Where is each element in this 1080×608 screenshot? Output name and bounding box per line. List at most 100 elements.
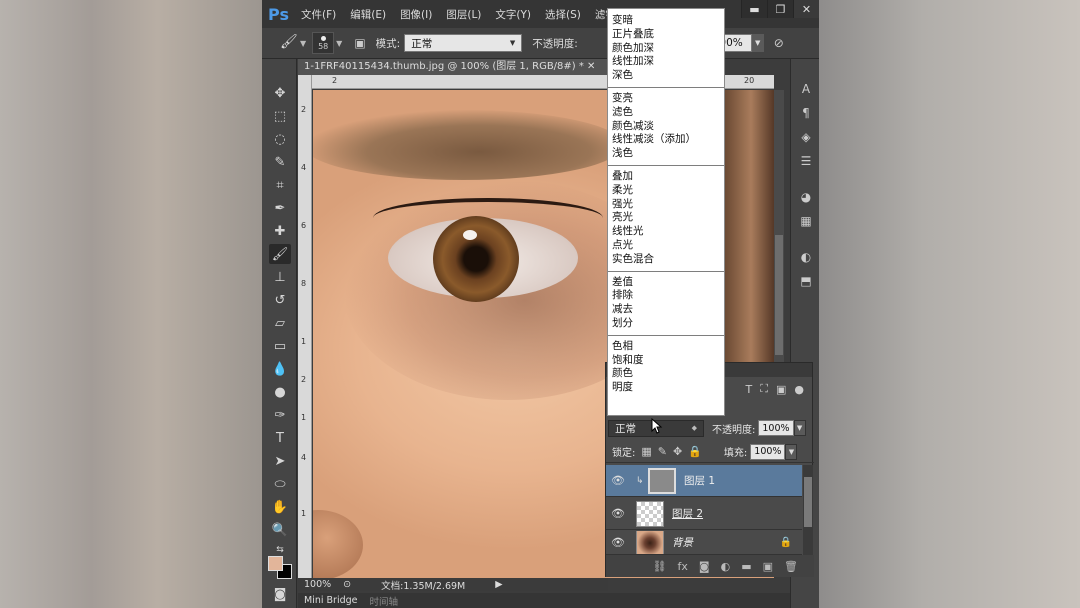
brush-panel-icon[interactable]: ▣ bbox=[354, 36, 365, 50]
minimize-button[interactable]: ▬ bbox=[741, 0, 767, 18]
blend-option[interactable]: 变暗 bbox=[612, 14, 724, 28]
blend-option[interactable]: 点光 bbox=[612, 239, 724, 253]
visibility-eye-icon[interactable]: 👁 bbox=[606, 474, 630, 487]
type-tool-icon[interactable]: T bbox=[269, 428, 291, 448]
healing-brush-tool-icon[interactable]: ✚ bbox=[269, 221, 291, 241]
menu-layer[interactable]: 图层(L) bbox=[439, 7, 488, 22]
zoom-level[interactable]: 100% bbox=[304, 579, 331, 590]
lock-transparency-icon[interactable]: ▦ bbox=[641, 445, 651, 458]
quick-mask-icon[interactable]: ◙ bbox=[269, 584, 291, 604]
filter-shape-icon[interactable]: ⛶ bbox=[760, 382, 768, 396]
visibility-eye-icon[interactable]: 👁 bbox=[606, 507, 630, 520]
3d-panel-icon[interactable]: ◈ bbox=[797, 129, 815, 145]
fill-caret-icon[interactable]: ▼ bbox=[785, 443, 798, 460]
marquee-tool-icon[interactable]: ⬚ bbox=[269, 106, 291, 126]
pressure-opacity-icon[interactable]: ⊘ bbox=[774, 36, 784, 50]
tab-mini-bridge[interactable]: Mini Bridge bbox=[298, 595, 363, 606]
layer-row-layer1[interactable]: 👁 ↳ 图层 1 bbox=[606, 465, 802, 497]
zoom-tool-icon[interactable]: 🔍 bbox=[269, 520, 291, 540]
blend-option[interactable]: 亮光 bbox=[612, 211, 724, 225]
menu-edit[interactable]: 编辑(E) bbox=[343, 7, 393, 22]
restore-button[interactable]: ❐ bbox=[767, 0, 793, 18]
layer-name[interactable]: 图层 1 bbox=[684, 473, 715, 488]
blend-option[interactable]: 划分 bbox=[612, 317, 724, 331]
blend-option[interactable]: 正片叠底 bbox=[612, 28, 724, 42]
blend-option[interactable]: 线性光 bbox=[612, 225, 724, 239]
blend-option[interactable]: 差值 bbox=[612, 276, 724, 290]
lasso-tool-icon[interactable]: ◌ bbox=[269, 129, 291, 149]
document-tab[interactable]: 1-1FRF40115434.thumb.jpg @ 100% (图层 1, R… bbox=[298, 59, 608, 75]
layers-scrollbar[interactable] bbox=[803, 465, 813, 555]
eraser-tool-icon[interactable]: ▱ bbox=[269, 313, 291, 333]
blend-option[interactable]: 滤色 bbox=[612, 106, 724, 120]
layer-style-icon[interactable]: fx bbox=[678, 560, 688, 573]
dodge-tool-icon[interactable]: ● bbox=[269, 382, 291, 402]
blend-option[interactable]: 颜色减淡 bbox=[612, 120, 724, 134]
lock-all-icon[interactable]: 🔒 bbox=[688, 445, 702, 458]
properties-panel-icon[interactable]: ☰ bbox=[797, 153, 815, 169]
clone-stamp-tool-icon[interactable]: ⊥ bbox=[269, 267, 291, 287]
swatches-panel-icon[interactable]: ▦ bbox=[797, 213, 815, 229]
blend-option[interactable]: 柔光 bbox=[612, 184, 724, 198]
layer-row-background[interactable]: 👁 背景 🔒 bbox=[606, 531, 802, 555]
quick-select-tool-icon[interactable]: ✎ bbox=[269, 152, 291, 172]
lock-pixels-icon[interactable]: ✎ bbox=[658, 445, 667, 458]
status-export-icon[interactable]: ⊙ bbox=[343, 579, 351, 590]
pen-tool-icon[interactable]: ✑ bbox=[269, 405, 291, 425]
brush-tool-icon[interactable]: 🖌 bbox=[280, 34, 298, 52]
path-select-tool-icon[interactable]: ➤ bbox=[269, 451, 291, 471]
new-layer-icon[interactable]: ▣ bbox=[763, 560, 773, 573]
menu-image[interactable]: 图像(I) bbox=[393, 7, 439, 22]
brush-size-picker[interactable]: 58 bbox=[312, 32, 335, 54]
blur-tool-icon[interactable]: 💧 bbox=[269, 359, 291, 379]
canvas-scrollbar-thumb[interactable] bbox=[775, 235, 783, 355]
canvas-scrollbar[interactable] bbox=[774, 90, 784, 362]
tool-preset-caret-icon[interactable]: ▼ bbox=[300, 39, 306, 48]
color-panel-icon[interactable]: ◕ bbox=[797, 189, 815, 205]
blend-option[interactable]: 饱和度 bbox=[612, 354, 724, 368]
mode-select[interactable]: 正常 ▼ bbox=[404, 34, 523, 52]
blend-option[interactable]: 颜色 bbox=[612, 367, 724, 381]
blend-option[interactable]: 线性减淡（添加） bbox=[612, 133, 724, 147]
blend-option[interactable]: 叠加 bbox=[612, 170, 724, 184]
layer-name[interactable]: 图层 2 bbox=[672, 506, 703, 521]
delete-layer-icon[interactable]: 🗑 bbox=[784, 560, 798, 573]
blend-option[interactable]: 变亮 bbox=[612, 92, 724, 106]
menu-file[interactable]: 文件(F) bbox=[294, 7, 343, 22]
blend-option[interactable]: 实色混合 bbox=[612, 253, 724, 267]
close-button[interactable]: ✕ bbox=[793, 0, 819, 18]
adjustments-panel-icon[interactable]: ◐ bbox=[797, 249, 815, 265]
add-mask-icon[interactable]: ◙ bbox=[699, 560, 710, 573]
menu-select[interactable]: 选择(S) bbox=[538, 7, 588, 22]
opacity-caret-icon[interactable]: ▼ bbox=[751, 34, 764, 52]
styles-panel-icon[interactable]: ⬒ bbox=[797, 273, 815, 289]
move-tool-icon[interactable]: ✥ bbox=[269, 83, 291, 103]
blend-option[interactable]: 排除 bbox=[612, 289, 724, 303]
layer-name[interactable]: 背景 bbox=[672, 535, 693, 550]
blend-option[interactable]: 颜色加深 bbox=[612, 42, 724, 56]
gradient-tool-icon[interactable]: ▭ bbox=[269, 336, 291, 356]
new-group-icon[interactable]: ▬ bbox=[741, 560, 751, 573]
filter-type-icon[interactable]: T bbox=[746, 383, 753, 396]
brush-tool-icon[interactable]: 🖌 bbox=[269, 244, 291, 264]
blend-option[interactable]: 色相 bbox=[612, 340, 724, 354]
layers-scrollbar-thumb[interactable] bbox=[804, 477, 812, 527]
blend-option[interactable]: 强光 bbox=[612, 198, 724, 212]
character-panel-icon[interactable]: A bbox=[797, 81, 815, 97]
blend-option[interactable]: 深色 bbox=[612, 69, 724, 83]
link-layers-icon[interactable]: ⛓ bbox=[653, 560, 667, 573]
layer-opacity-field[interactable]: 100% bbox=[758, 420, 794, 436]
lock-position-icon[interactable]: ✥ bbox=[673, 445, 682, 458]
adjustment-layer-icon[interactable]: ◐ bbox=[721, 560, 731, 573]
hand-tool-icon[interactable]: ✋ bbox=[269, 497, 291, 517]
blend-option[interactable]: 浅色 bbox=[612, 147, 724, 161]
brush-picker-caret-icon[interactable]: ▼ bbox=[336, 39, 342, 48]
paragraph-panel-icon[interactable]: ¶ bbox=[797, 105, 815, 121]
foreground-color-swatch[interactable] bbox=[268, 556, 283, 571]
status-menu-arrow-icon[interactable]: ▶ bbox=[495, 579, 502, 590]
crop-tool-icon[interactable]: ⌗ bbox=[269, 175, 291, 195]
eyedropper-tool-icon[interactable]: ✒ bbox=[269, 198, 291, 218]
visibility-eye-icon[interactable]: 👁 bbox=[606, 536, 630, 549]
blend-option[interactable]: 减去 bbox=[612, 303, 724, 317]
ellipse-tool-icon[interactable]: ⬭ bbox=[269, 474, 291, 494]
